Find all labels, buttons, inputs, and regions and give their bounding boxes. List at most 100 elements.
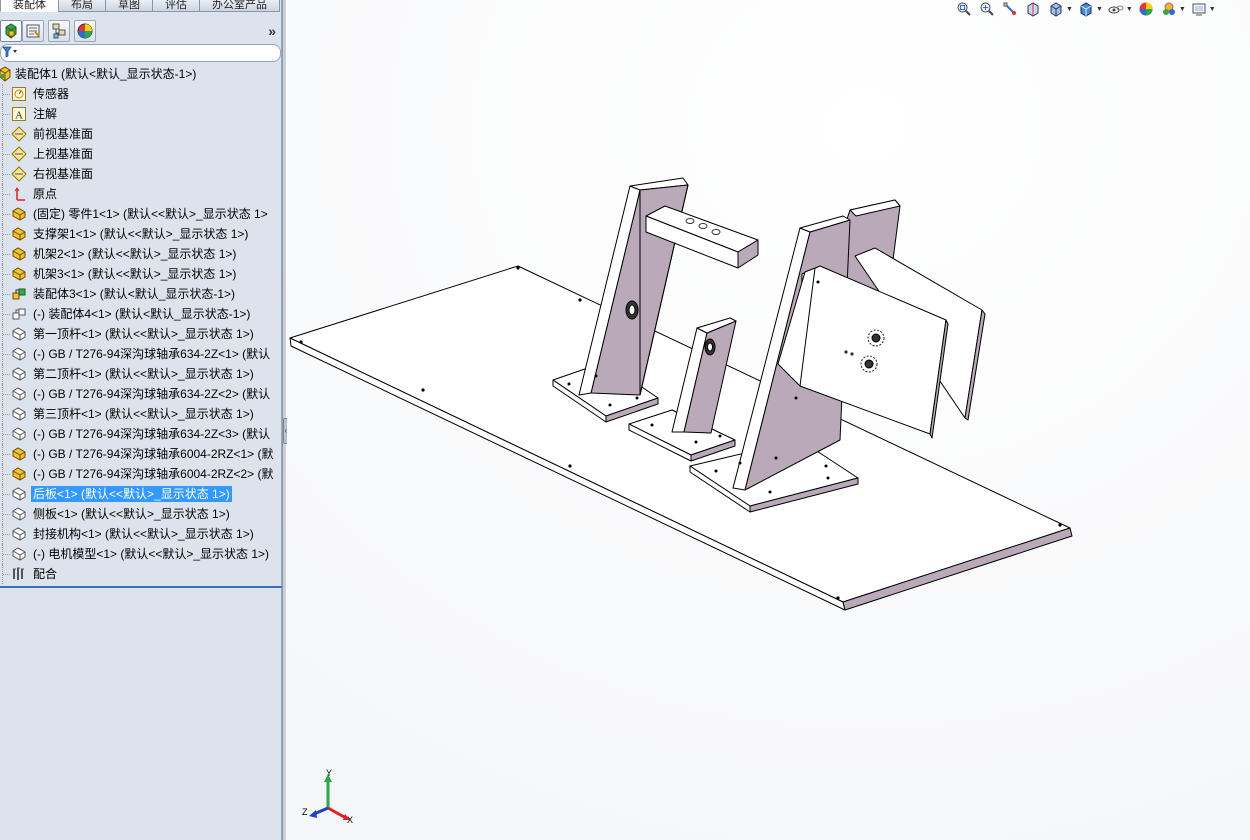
tree-item-label: (-) GB / T276-94深沟球轴承634-2Z<2> (默认 <box>33 387 271 401</box>
assembly-icon <box>0 66 14 82</box>
triad-x-label: X <box>347 815 353 825</box>
pane-splitter[interactable]: ‹ <box>282 0 289 840</box>
tree-item[interactable]: (-) 装配体4<1> (默认<默认_显示状态-1>) <box>0 304 282 324</box>
tree-item[interactable]: (-) GB / T276-94深沟球轴承634-2Z<3> (默认 <box>0 424 282 444</box>
tree-connector <box>2 224 10 244</box>
tree-connector <box>2 164 10 184</box>
tree-connector <box>2 184 10 204</box>
filter-icon[interactable] <box>2 46 18 61</box>
tree-connector <box>2 304 10 324</box>
display-style-icon <box>1080 2 1092 17</box>
chevron-down-icon[interactable]: ▼ <box>1209 6 1216 13</box>
zoom-to-fit-button[interactable] <box>955 1 973 17</box>
heads-up-view-toolbar: ▼ ▼ ▼ ▼ ▼ <box>955 0 1220 18</box>
tree-item[interactable]: (-) GB / T276-94深沟球轴承634-2Z<1> (默认 <box>0 344 282 364</box>
tree-item[interactable]: 机架3<1> (默认<<默认>_显示状态 1>) <box>0 264 282 284</box>
tree-item[interactable]: 侧板<1> (默认<<默认>_显示状态 1>) <box>0 504 282 524</box>
tree-item-label: 侧板<1> (默认<<默认>_显示状态 1>) <box>33 507 230 521</box>
apply-scene-button[interactable] <box>1160 1 1178 17</box>
expand-pane-button[interactable]: » <box>268 23 276 39</box>
tree-item-label: (-) GB / T276-94深沟球轴承6004-2RZ<1> (默 <box>33 447 274 461</box>
tree-item[interactable]: 传感器 <box>0 84 282 104</box>
tree-item[interactable]: 支撑架1<1> (默认<<默认>_显示状态 1>) <box>0 224 282 244</box>
feature-manager-pane: 装配体 布局 草图 评估 办公室产品 » 装配体1 (默认<默认_显示状态-1>… <box>0 0 282 840</box>
display-style-button[interactable] <box>1077 1 1095 17</box>
tree-item[interactable]: 第一顶杆<1> (默认<<默认>_显示状态 1>) <box>0 324 282 344</box>
tree-item[interactable]: (-) 电机模型<1> (默认<<默认>_显示状态 1>) <box>0 544 282 564</box>
tree-item-label: 机架3<1> (默认<<默认>_显示状态 1>) <box>33 267 237 281</box>
tree-item[interactable]: A 注解 <box>0 104 282 124</box>
origin-icon <box>10 186 28 202</box>
tree-connector <box>2 324 10 344</box>
chevron-down-icon[interactable]: ▼ <box>1096 6 1103 13</box>
pane-tab-bar: » <box>0 20 282 44</box>
tree-item[interactable]: (-) GB / T276-94深沟球轴承6004-2RZ<1> (默 <box>0 444 282 464</box>
part-icon <box>10 446 28 462</box>
triad-z-label: Z <box>302 807 308 817</box>
command-tab-1[interactable]: 布局 <box>58 0 106 12</box>
view-orientation-icon <box>1050 2 1062 17</box>
command-tab-3[interactable]: 评估 <box>152 0 200 12</box>
tree-item-label: (-) 电机模型<1> (默认<<默认>_显示状态 1>) <box>33 547 270 561</box>
section-view-button[interactable] <box>1024 1 1042 17</box>
chevron-down-icon[interactable]: ▼ <box>1066 6 1073 13</box>
tree-item[interactable]: 配合 <box>0 564 282 584</box>
configuration-manager-tab[interactable] <box>48 20 70 42</box>
feature-manager-icon <box>5 23 17 39</box>
tree-item[interactable]: 原点 <box>0 184 282 204</box>
tree-connector <box>2 264 10 284</box>
tree-root-item[interactable]: 装配体1 (默认<默认_显示状态-1>) <box>0 64 282 84</box>
edit-appearance-button[interactable] <box>1137 1 1155 17</box>
tree-item[interactable]: 后板<1> (默认<<默认>_显示状态 1>) <box>0 484 282 504</box>
tree-item-label: 后板<1> (默认<<默认>_显示状态 1>) <box>31 486 232 502</box>
part-outline-icon <box>10 426 28 442</box>
property-manager-tab[interactable] <box>22 20 44 42</box>
graphics-area[interactable]: ▼ ▼ ▼ ▼ ▼ Y X Z <box>287 0 1250 840</box>
command-tab-0[interactable]: 装配体 <box>0 0 59 12</box>
part-outline-icon <box>10 486 28 502</box>
tree-item-label: (-) GB / T276-94深沟球轴承634-2Z<1> (默认 <box>33 347 271 361</box>
part-outline-icon <box>10 526 28 542</box>
tree-connector <box>2 344 10 364</box>
zoom-to-area-button[interactable] <box>978 1 996 17</box>
previous-view-button[interactable] <box>1001 1 1019 17</box>
tree-item-label: 机架2<1> (默认<<默认>_显示状态 1>) <box>33 247 237 261</box>
tree-item-label: 第二顶杆<1> (默认<<默认>_显示状态 1>) <box>33 367 254 381</box>
chevron-down-icon[interactable]: ▼ <box>1126 6 1133 13</box>
tree-item-label: 上视基准面 <box>33 147 94 161</box>
part-outline-icon <box>10 366 28 382</box>
tree-item-label: 注解 <box>33 107 58 121</box>
tree-item[interactable]: 右视基准面 <box>0 164 282 184</box>
tree-connector <box>2 424 10 444</box>
tree-item[interactable]: 第二顶杆<1> (默认<<默认>_显示状态 1>) <box>0 364 282 384</box>
view-orientation-button[interactable] <box>1047 1 1065 17</box>
tree-item[interactable]: (-) GB / T276-94深沟球轴承6004-2RZ<2> (默 <box>0 464 282 484</box>
view-settings-button[interactable] <box>1190 1 1208 17</box>
view-settings-icon <box>1192 3 1206 16</box>
tree-item[interactable]: 封接机构<1> (默认<<默认>_显示状态 1>) <box>0 524 282 544</box>
plane-icon <box>10 146 28 162</box>
part-icon <box>10 246 28 262</box>
tree-item[interactable]: 上视基准面 <box>0 144 282 164</box>
tree-item[interactable]: 第三顶杆<1> (默认<<默认>_显示状态 1>) <box>0 404 282 424</box>
tree-item[interactable]: 机架2<1> (默认<<默认>_显示状态 1>) <box>0 244 282 264</box>
feature-manager-tab[interactable] <box>0 20 22 42</box>
hide-show-items-button[interactable] <box>1107 1 1125 17</box>
tree-item-label: 配合 <box>33 567 58 581</box>
part-outline-icon <box>10 326 28 342</box>
chevron-down-icon[interactable]: ▼ <box>1179 6 1186 13</box>
command-tab-4[interactable]: 办公室产品 <box>199 0 280 12</box>
assembly-model[interactable] <box>287 0 1250 840</box>
previous-view-icon <box>1003 2 1016 15</box>
zoom-to-fit-icon <box>957 2 971 16</box>
tree-item[interactable]: (-) GB / T276-94深沟球轴承634-2Z<2> (默认 <box>0 384 282 404</box>
tree-item[interactable]: 装配体3<1> (默认<默认_显示状态-1>) <box>0 284 282 304</box>
part-outline-icon <box>10 506 28 522</box>
display-manager-tab[interactable] <box>74 20 96 42</box>
tree-item-label: (-) GB / T276-94深沟球轴承634-2Z<3> (默认 <box>33 427 271 441</box>
feature-tree-filter[interactable] <box>0 44 281 62</box>
command-tab-2[interactable]: 草图 <box>105 0 153 12</box>
tree-item[interactable]: 前视基准面 <box>0 124 282 144</box>
tree-item[interactable]: (固定) 零件1<1> (默认<<默认>_显示状态 1> <box>0 204 282 224</box>
part-icon <box>10 466 28 482</box>
